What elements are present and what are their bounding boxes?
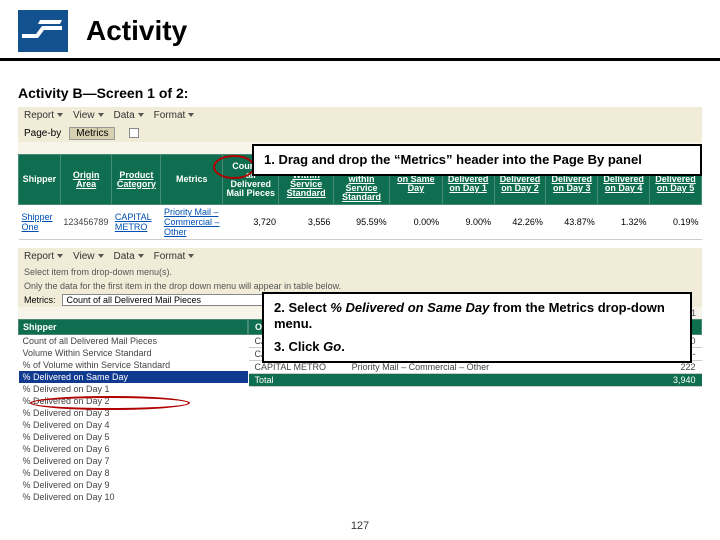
metrics-dropdown[interactable]: Count of all Delivered Mail Pieces [62, 294, 272, 306]
list-item[interactable]: % Delivered on Day 2 [19, 395, 248, 407]
cell-prod: Priority Mail – Commercial – Other [161, 205, 223, 240]
list-item[interactable]: % Delivered on Day 10 [19, 491, 248, 503]
cell-pvws: 95.59% [333, 205, 389, 240]
menu-format[interactable]: Format [154, 110, 195, 121]
list-item[interactable]: % Delivered on Day 7 [19, 455, 248, 467]
menu-report[interactable]: Report [24, 251, 63, 262]
list-item[interactable]: % Delivered on Day 6 [19, 443, 248, 455]
pageby-icon-group [129, 128, 139, 138]
col-origin-area[interactable]: Origin Area [60, 155, 111, 205]
metrics-dropdown-open[interactable]: Shipper Count of all Delivered Mail Piec… [18, 319, 248, 503]
cell-origin: 123456789 [60, 205, 111, 240]
callout-step-2-3: 2. Select % Delivered on Same Day from t… [262, 292, 692, 363]
menu-view[interactable]: View [73, 251, 104, 262]
list-item[interactable]: % Delivered on Day 8 [19, 467, 248, 479]
list-item[interactable]: % Delivered on Day 9 [19, 479, 248, 491]
table-row: Shipper One 123456789 CAPITAL METRO Prio… [19, 205, 702, 240]
cell-area: CAPITAL METRO [112, 205, 161, 240]
list-item[interactable]: Volume Within Service Standard [19, 347, 248, 359]
list-item[interactable]: Count of all Delivered Mail Pieces [19, 335, 248, 348]
page-title: Activity [86, 15, 187, 47]
list-item-selected[interactable]: % Delivered on Same Day [19, 371, 248, 383]
cell-d4: 1.32% [598, 205, 650, 240]
subheading: Activity B—Screen 1 of 2: [0, 61, 720, 107]
col-metrics[interactable]: Metrics [161, 155, 223, 205]
page-by-label: Page-by [24, 128, 61, 139]
menu-data[interactable]: Data [114, 251, 144, 262]
list-item[interactable]: % Delivered on Day 4 [19, 419, 248, 431]
cell-vws: 3,556 [279, 205, 333, 240]
menu-data[interactable]: Data [114, 110, 144, 121]
metrics-chip[interactable]: Metrics [69, 127, 115, 140]
menu-format[interactable]: Format [154, 251, 195, 262]
col-shipper[interactable]: Shipper [19, 155, 61, 205]
cell-pieces: 3,720 [223, 205, 279, 240]
col-product-category[interactable]: Product Category [112, 155, 161, 205]
list-item[interactable]: % of Volume within Service Standard [19, 359, 248, 371]
usps-logo-icon [18, 10, 68, 52]
instruction-line-1: Select item from drop-down menu(s). [18, 265, 702, 279]
menu-report[interactable]: Report [24, 110, 63, 121]
cell-d1: 9.00% [442, 205, 494, 240]
callout-step-1: 1. Drag and drop the “Metrics” header in… [252, 144, 702, 176]
metrics-label: Metrics: [24, 295, 56, 305]
col-shipper-2: Shipper [19, 320, 248, 335]
list-item[interactable]: % Delivered on Day 1 [19, 383, 248, 395]
instruction-line-2: Only the data for the first item in the … [18, 279, 702, 293]
cell-shipper[interactable]: Shipper One [19, 205, 61, 240]
list-item[interactable]: % Delivered on Day 5 [19, 431, 248, 443]
report-toolbar-2: Report View Data Format [18, 248, 702, 265]
page-by-panel[interactable]: Page-by Metrics [18, 124, 702, 142]
list-item[interactable]: % Delivered on Day 3 [19, 407, 248, 419]
page-number: 127 [0, 520, 720, 532]
cell-sd: 0.00% [390, 205, 443, 240]
cell-d2: 42.26% [494, 205, 546, 240]
menu-view[interactable]: View [73, 110, 104, 121]
title-row: Activity [0, 0, 720, 61]
cell-d5: 0.19% [650, 205, 702, 240]
report-toolbar: Report View Data Format [18, 107, 702, 124]
cell-d3: 43.87% [546, 205, 598, 240]
table-total-row: Total3,940 [249, 374, 702, 387]
